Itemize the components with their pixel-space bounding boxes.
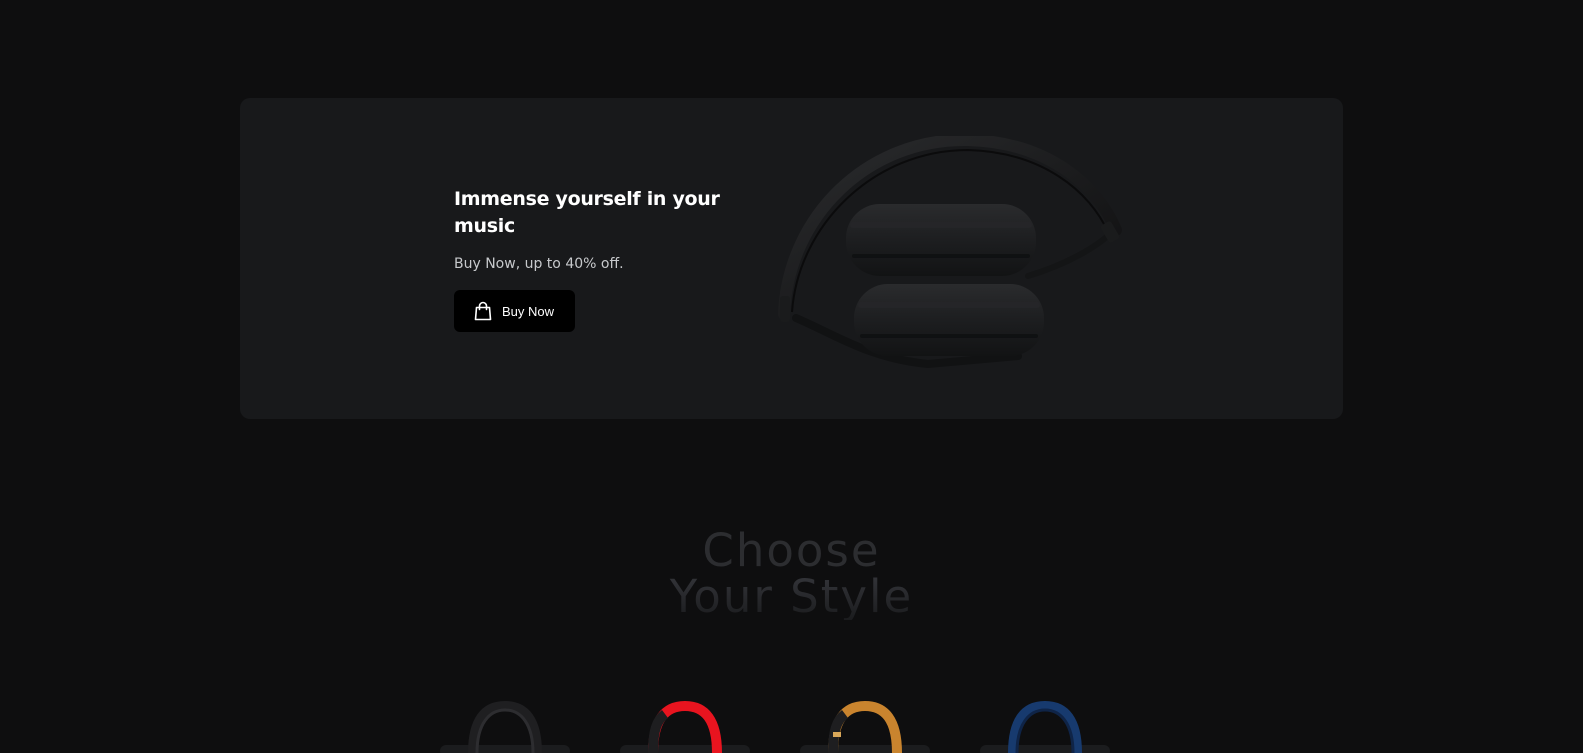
hero-text: Immense yourself in your music Buy Now, … (454, 186, 744, 332)
style-option-black[interactable] (440, 700, 570, 753)
buy-now-button[interactable]: Buy Now (454, 290, 575, 332)
hero-title: Immense yourself in your music (454, 188, 720, 237)
hero-subtitle: Buy Now, up to 40% off. (454, 256, 624, 272)
shopping-bag-icon (474, 301, 492, 321)
headphones-thumbnail-icon (1008, 700, 1082, 753)
heading-line-1: Choose (702, 524, 881, 577)
headphones-thumbnail-icon (828, 700, 902, 753)
style-options (0, 700, 1583, 753)
hero-banner: Immense yourself in your music Buy Now, … (240, 98, 1343, 419)
buy-now-label: Buy Now (502, 303, 555, 319)
section-heading: Choose Your Style (0, 528, 1583, 620)
headphones-thumbnail-icon (648, 700, 722, 753)
headphones-thumbnail-icon (468, 700, 542, 753)
style-option-red[interactable] (620, 700, 750, 753)
heading-line-2: Your Style (0, 574, 1583, 620)
page: Immense yourself in your music Buy Now, … (0, 0, 1583, 753)
style-option-gold[interactable] (800, 700, 930, 753)
headphones-image (778, 133, 1128, 376)
style-option-blue[interactable] (980, 700, 1110, 753)
